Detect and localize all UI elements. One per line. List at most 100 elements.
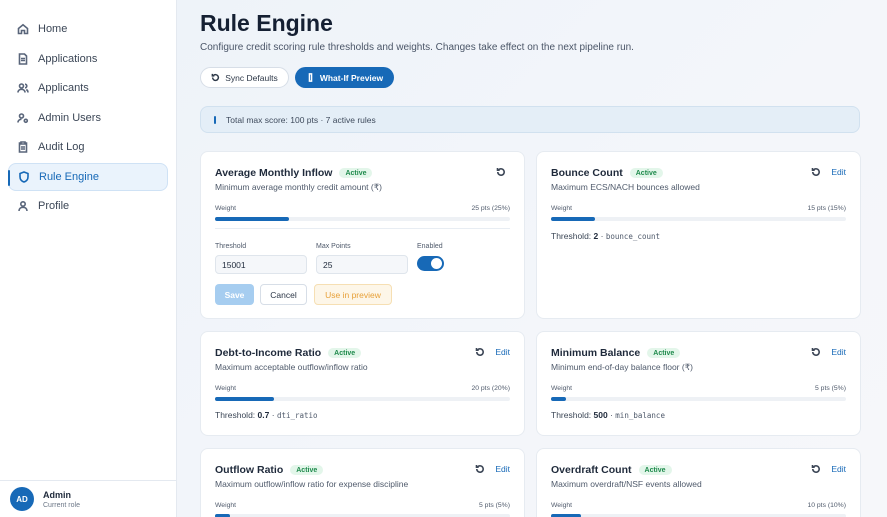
rule-card-overdraft-count: Overdraft Count Active Edit Maximum over… bbox=[536, 448, 861, 517]
sidebar-item-label: Home bbox=[38, 23, 68, 35]
sidebar-item-label: Applicants bbox=[38, 82, 89, 94]
weight-label: Weight bbox=[215, 502, 237, 509]
user-role: Current role bbox=[43, 501, 80, 509]
main-content: Rule Engine Configure credit scoring rul… bbox=[177, 0, 887, 517]
sidebar-item-label: Admin Users bbox=[38, 111, 101, 124]
what-if-preview-button[interactable]: What-If Preview bbox=[295, 67, 394, 88]
sidebar-item-audit-log[interactable]: Audit Log bbox=[8, 133, 168, 161]
document-icon bbox=[18, 52, 28, 65]
weight-label: Weight bbox=[215, 205, 237, 212]
refresh-icon bbox=[211, 73, 220, 82]
threshold-input[interactable] bbox=[215, 255, 307, 274]
weight-label: Weight bbox=[551, 205, 573, 212]
weight-label: Weight bbox=[551, 502, 573, 509]
page-title: Rule Engine bbox=[200, 10, 333, 36]
cancel-button[interactable]: Cancel bbox=[260, 284, 307, 305]
reset-icon[interactable] bbox=[811, 347, 821, 357]
sidebar-item-label: Audit Log bbox=[38, 141, 85, 153]
what-if-preview-label: What-If Preview bbox=[319, 72, 384, 83]
status-badge: Active bbox=[290, 465, 324, 475]
rule-name: Average Monthly Inflow bbox=[215, 167, 333, 179]
sidebar-item-applicants[interactable]: Applicants bbox=[8, 74, 168, 102]
sidebar-item-admin-users[interactable]: Admin Users bbox=[8, 104, 168, 132]
score-summary-text: Total max score: 100 pts · 7 active rule… bbox=[226, 114, 376, 125]
weight-label: Weight bbox=[215, 385, 237, 392]
threshold-text: Threshold: 2 · bounce_count bbox=[551, 231, 661, 241]
status-badge: Active bbox=[339, 168, 373, 178]
threshold-text: Threshold: 500 · min_balance bbox=[551, 410, 665, 420]
user-name: Admin bbox=[43, 489, 71, 500]
weight-label: Weight bbox=[551, 385, 573, 392]
sidebar: Home Applications Applicants Admin Users… bbox=[0, 0, 177, 517]
max-points-input[interactable] bbox=[316, 255, 408, 274]
weight-bar bbox=[215, 217, 510, 221]
rule-name: Bounce Count bbox=[551, 167, 623, 179]
threshold-value: 500 bbox=[593, 410, 608, 420]
sidebar-item-label: Profile bbox=[38, 200, 70, 212]
reset-icon[interactable] bbox=[475, 347, 485, 357]
sync-defaults-label: Sync Defaults bbox=[225, 72, 278, 83]
page-subtitle: Configure credit scoring rule thresholds… bbox=[200, 42, 634, 53]
threshold-label: Threshold: bbox=[551, 231, 592, 241]
rule-card-debt-to-income-ratio: Debt-to-Income Ratio Active Edit Maximum… bbox=[200, 331, 525, 436]
threshold-value: 0.7 bbox=[257, 410, 270, 420]
weight-bar-fill bbox=[215, 397, 274, 401]
info-icon bbox=[214, 115, 216, 124]
threshold-key: bounce_count bbox=[605, 232, 661, 241]
sidebar-item-rule-engine[interactable]: Rule Engine bbox=[8, 162, 168, 191]
threshold-value: 2 bbox=[593, 231, 599, 241]
rule-description: Maximum outflow/inflow ratio for expense… bbox=[215, 479, 409, 489]
users-icon bbox=[17, 83, 29, 93]
rule-description: Minimum end-of-day balance floor (₹) bbox=[551, 362, 693, 372]
sidebar-nav: Home Applications Applicants Admin Users… bbox=[8, 15, 168, 222]
threshold-key: dti_ratio bbox=[276, 411, 318, 420]
edit-button[interactable]: Edit bbox=[495, 347, 510, 357]
enabled-toggle[interactable] bbox=[417, 256, 444, 271]
weight-bar bbox=[551, 217, 846, 221]
status-badge: Active bbox=[328, 348, 362, 358]
sidebar-item-home[interactable]: Home bbox=[8, 15, 168, 43]
sidebar-item-profile[interactable]: Profile bbox=[8, 192, 168, 220]
weight-bar bbox=[551, 397, 846, 401]
rule-description: Maximum overdraft/NSF events allowed bbox=[551, 479, 702, 489]
weight-value: 15 pts (15%) bbox=[807, 205, 846, 212]
enabled-label: Enabled bbox=[417, 243, 443, 250]
user-panel[interactable]: AD Admin Current role bbox=[0, 480, 177, 517]
edit-button[interactable]: Edit bbox=[831, 347, 846, 357]
threshold-key: min_balance bbox=[615, 411, 665, 420]
rule-name: Outflow Ratio bbox=[215, 464, 284, 476]
reset-icon[interactable] bbox=[811, 167, 821, 177]
weight-bar-fill bbox=[551, 397, 566, 401]
weight-bar-fill bbox=[551, 217, 596, 221]
sidebar-item-applications[interactable]: Applications bbox=[8, 45, 168, 73]
weight-value: 5 pts (5%) bbox=[479, 502, 510, 509]
status-badge: Active bbox=[647, 348, 681, 358]
status-badge: Active bbox=[629, 168, 663, 178]
save-button[interactable]: Save bbox=[215, 284, 254, 305]
reset-icon[interactable] bbox=[811, 464, 821, 474]
reset-icon[interactable] bbox=[475, 464, 485, 474]
rule-card-minimum-balance: Minimum Balance Active Edit Minimum end-… bbox=[536, 331, 861, 436]
edit-button[interactable]: Edit bbox=[831, 167, 846, 177]
user-gear-icon bbox=[17, 112, 29, 123]
weight-value: 5 pts (5%) bbox=[815, 385, 846, 392]
use-in-preview-button[interactable]: Use in preview bbox=[314, 284, 392, 305]
rule-description: Maximum acceptable outflow/inflow ratio bbox=[215, 362, 368, 372]
user-icon bbox=[18, 200, 28, 212]
rule-card-bounce-count: Bounce Count Active Edit Maximum ECS/NAC… bbox=[536, 151, 861, 319]
edit-button[interactable]: Edit bbox=[495, 464, 510, 474]
weight-bar bbox=[215, 397, 510, 401]
edit-button[interactable]: Edit bbox=[831, 464, 846, 474]
sync-defaults-button[interactable]: Sync Defaults bbox=[200, 67, 289, 88]
rule-description: Minimum average monthly credit amount (₹… bbox=[215, 182, 382, 192]
rule-name: Minimum Balance bbox=[551, 347, 641, 359]
avatar: AD bbox=[10, 487, 34, 511]
weight-value: 10 pts (10%) bbox=[807, 502, 846, 509]
rule-description: Maximum ECS/NACH bounces allowed bbox=[551, 182, 700, 192]
max-points-label: Max Points bbox=[316, 243, 351, 250]
reset-icon[interactable] bbox=[496, 167, 506, 177]
clipboard-icon bbox=[18, 141, 28, 153]
weight-bar-fill bbox=[215, 217, 289, 221]
sidebar-item-label: Rule Engine bbox=[39, 170, 99, 183]
threshold-label: Threshold: bbox=[215, 410, 256, 420]
